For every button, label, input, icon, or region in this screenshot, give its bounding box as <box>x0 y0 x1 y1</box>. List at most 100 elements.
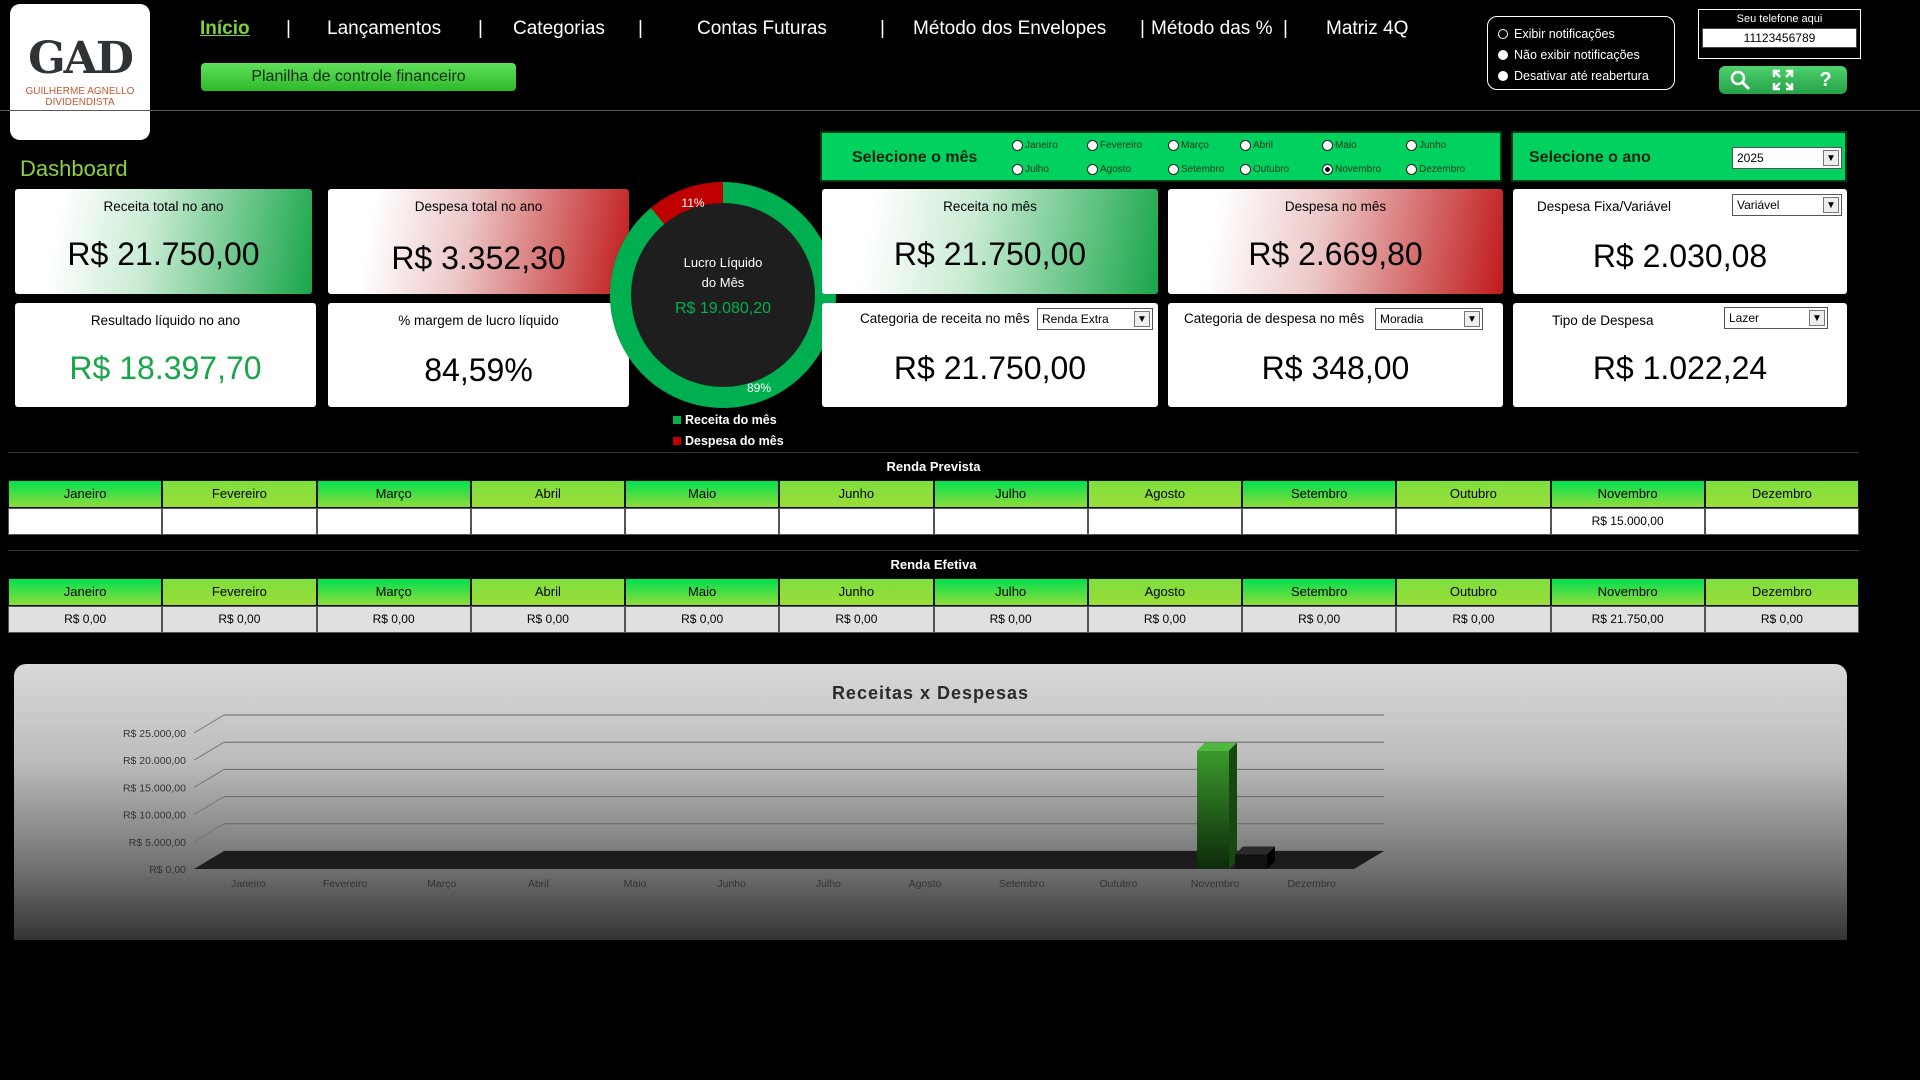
renda-prevista-table: Renda Prevista Janeiro Fevereiro Março Abri… <box>8 452 1859 535</box>
x-tick-label: Setembro <box>999 878 1045 890</box>
table-cell[interactable]: R$ 21.750,00 <box>1550 606 1705 633</box>
card-categoria-receita: Categoria de receita no mês Renda Extra … <box>822 303 1158 407</box>
dropdown-value: Moradia <box>1380 312 1424 326</box>
nav-metodo-envelopes[interactable]: Método dos Envelopes <box>913 18 1106 40</box>
donut-center-line2: do Mês <box>702 275 745 290</box>
bar-side-receita <box>1229 742 1237 869</box>
categoria-receita-dropdown[interactable]: Renda Extra ▼ <box>1037 308 1153 330</box>
table-cell[interactable] <box>316 508 471 535</box>
notify-option-hide[interactable]: Não exibir notificações <box>1498 44 1664 65</box>
tipo-despesa-dropdown[interactable]: Lazer ▼ <box>1724 307 1828 329</box>
year-selector: Selecione o ano 2025 ▼ <box>1511 131 1847 182</box>
month-label: Janeiro <box>1025 140 1058 151</box>
y-tick-label: R$ 20.000,00 <box>123 755 186 767</box>
table-cell[interactable]: R$ 15.000,00 <box>1550 508 1705 535</box>
radio-icon <box>1087 164 1098 175</box>
fixa-variavel-dropdown[interactable]: Variável ▼ <box>1732 194 1842 216</box>
month-label: Fevereiro <box>1100 140 1143 151</box>
month-option-marco[interactable]: Março <box>1168 140 1209 151</box>
bar-despesa <box>1235 854 1267 869</box>
year-dropdown[interactable]: 2025 ▼ <box>1732 147 1842 169</box>
grid-line-depth <box>193 714 225 734</box>
nav-inicio[interactable]: Início <box>200 18 250 40</box>
month-option-outubro[interactable]: Outubro <box>1240 164 1289 175</box>
table-cell[interactable]: R$ 0,00 <box>1087 606 1242 633</box>
month-option-agosto[interactable]: Agosto <box>1087 164 1131 175</box>
nav-contas-futuras[interactable]: Contas Futuras <box>697 18 827 40</box>
x-tick-label: Maio <box>624 878 647 890</box>
legend-label: Despesa do mês <box>685 434 784 448</box>
table-cell[interactable]: R$ 0,00 <box>625 606 780 633</box>
month-option-janeiro[interactable]: Janeiro <box>1012 140 1058 151</box>
table-cell[interactable] <box>1704 508 1859 535</box>
radio-icon <box>1087 140 1098 151</box>
legend-swatch <box>673 437 681 445</box>
fullscreen-icon[interactable] <box>1770 69 1796 91</box>
nav-separator: | <box>478 18 483 39</box>
renda-efetiva-table: Renda Efetiva Janeiro Fevereiro Março Abril… <box>8 550 1859 633</box>
table-cell[interactable]: R$ 0,00 <box>779 606 934 633</box>
bar-receita <box>1197 750 1229 869</box>
table-cell[interactable]: R$ 0,00 <box>8 606 163 633</box>
table-cell[interactable]: R$ 0,00 <box>1704 606 1859 633</box>
table-cell[interactable] <box>933 508 1088 535</box>
notify-option-show[interactable]: Exibir notificações <box>1498 23 1664 44</box>
table-header-cell: Janeiro <box>8 480 163 508</box>
notify-option-disable[interactable]: Desativar até reabertura <box>1498 65 1664 86</box>
month-option-fevereiro[interactable]: Fevereiro <box>1087 140 1142 151</box>
table-header-cell: Maio <box>625 480 780 508</box>
radio-icon <box>1498 70 1508 81</box>
table-cell[interactable]: R$ 0,00 <box>1396 606 1551 633</box>
table-cell[interactable]: R$ 0,00 <box>316 606 471 633</box>
month-option-junho[interactable]: Junho <box>1406 140 1446 151</box>
table-cell[interactable]: R$ 0,00 <box>1242 606 1397 633</box>
table-cell[interactable] <box>1396 508 1551 535</box>
help-icon[interactable]: ? <box>1813 69 1839 91</box>
month-option-novembro[interactable]: Novembro <box>1322 164 1381 175</box>
phone-input[interactable] <box>1702 28 1857 48</box>
table-cell[interactable]: R$ 0,00 <box>470 606 625 633</box>
grid-line-depth <box>193 796 225 816</box>
table-cell[interactable] <box>8 508 163 535</box>
month-option-setembro[interactable]: Setembro <box>1168 164 1224 175</box>
month-option-julho[interactable]: Julho <box>1012 164 1049 175</box>
chevron-down-icon: ▼ <box>1464 311 1480 327</box>
table-cell[interactable] <box>1242 508 1397 535</box>
search-icon[interactable] <box>1727 69 1753 91</box>
notify-option-label: Exibir notificações <box>1514 26 1615 41</box>
table-title: Renda Efetiva <box>8 550 1859 578</box>
dropdown-value: Renda Extra <box>1042 312 1109 326</box>
table-cell[interactable]: R$ 0,00 <box>933 606 1088 633</box>
card-despesa-fixa-variavel: Despesa Fixa/Variável Variável ▼ R$ 2.03… <box>1513 189 1847 294</box>
month-option-maio[interactable]: Maio <box>1322 140 1357 151</box>
nav-categorias[interactable]: Categorias <box>513 18 605 40</box>
table-header-cell: Abril <box>470 480 625 508</box>
radio-icon <box>1012 164 1023 175</box>
table-cell[interactable]: R$ 0,00 <box>162 606 317 633</box>
x-tick-label: Outubro <box>1099 878 1137 890</box>
nav-matriz-4q[interactable]: Matriz 4Q <box>1326 18 1408 40</box>
bottom-area <box>0 940 1920 1080</box>
nav-lancamentos[interactable]: Lançamentos <box>327 18 441 40</box>
table-header-cell: Março <box>316 480 471 508</box>
month-option-dezembro[interactable]: Dezembro <box>1406 164 1465 175</box>
table-cell[interactable] <box>162 508 317 535</box>
table-cell[interactable] <box>625 508 780 535</box>
chevron-down-icon: ▼ <box>1134 311 1150 327</box>
radio-icon <box>1168 164 1179 175</box>
month-option-abril[interactable]: Abril <box>1240 140 1273 151</box>
table-cell[interactable] <box>470 508 625 535</box>
month-label: Agosto <box>1100 164 1132 175</box>
categoria-despesa-dropdown[interactable]: Moradia ▼ <box>1375 308 1483 330</box>
year-selector-title: Selecione o ano <box>1529 149 1651 166</box>
logo-mark: GAD <box>28 33 134 84</box>
nav-metodo-porcentagem[interactable]: Método das % <box>1151 18 1272 40</box>
card-label: Despesa total no ano <box>414 199 543 214</box>
card-value: R$ 18.397,70 <box>69 350 262 386</box>
table-cell[interactable] <box>1087 508 1242 535</box>
planilha-button[interactable]: Planilha de controle financeiro <box>201 63 516 91</box>
toolbar: ? <box>1719 66 1847 94</box>
card-label: Receita total no ano <box>103 199 224 214</box>
table-cell[interactable] <box>779 508 934 535</box>
donut-center-value: R$ 19.080,20 <box>675 300 771 317</box>
